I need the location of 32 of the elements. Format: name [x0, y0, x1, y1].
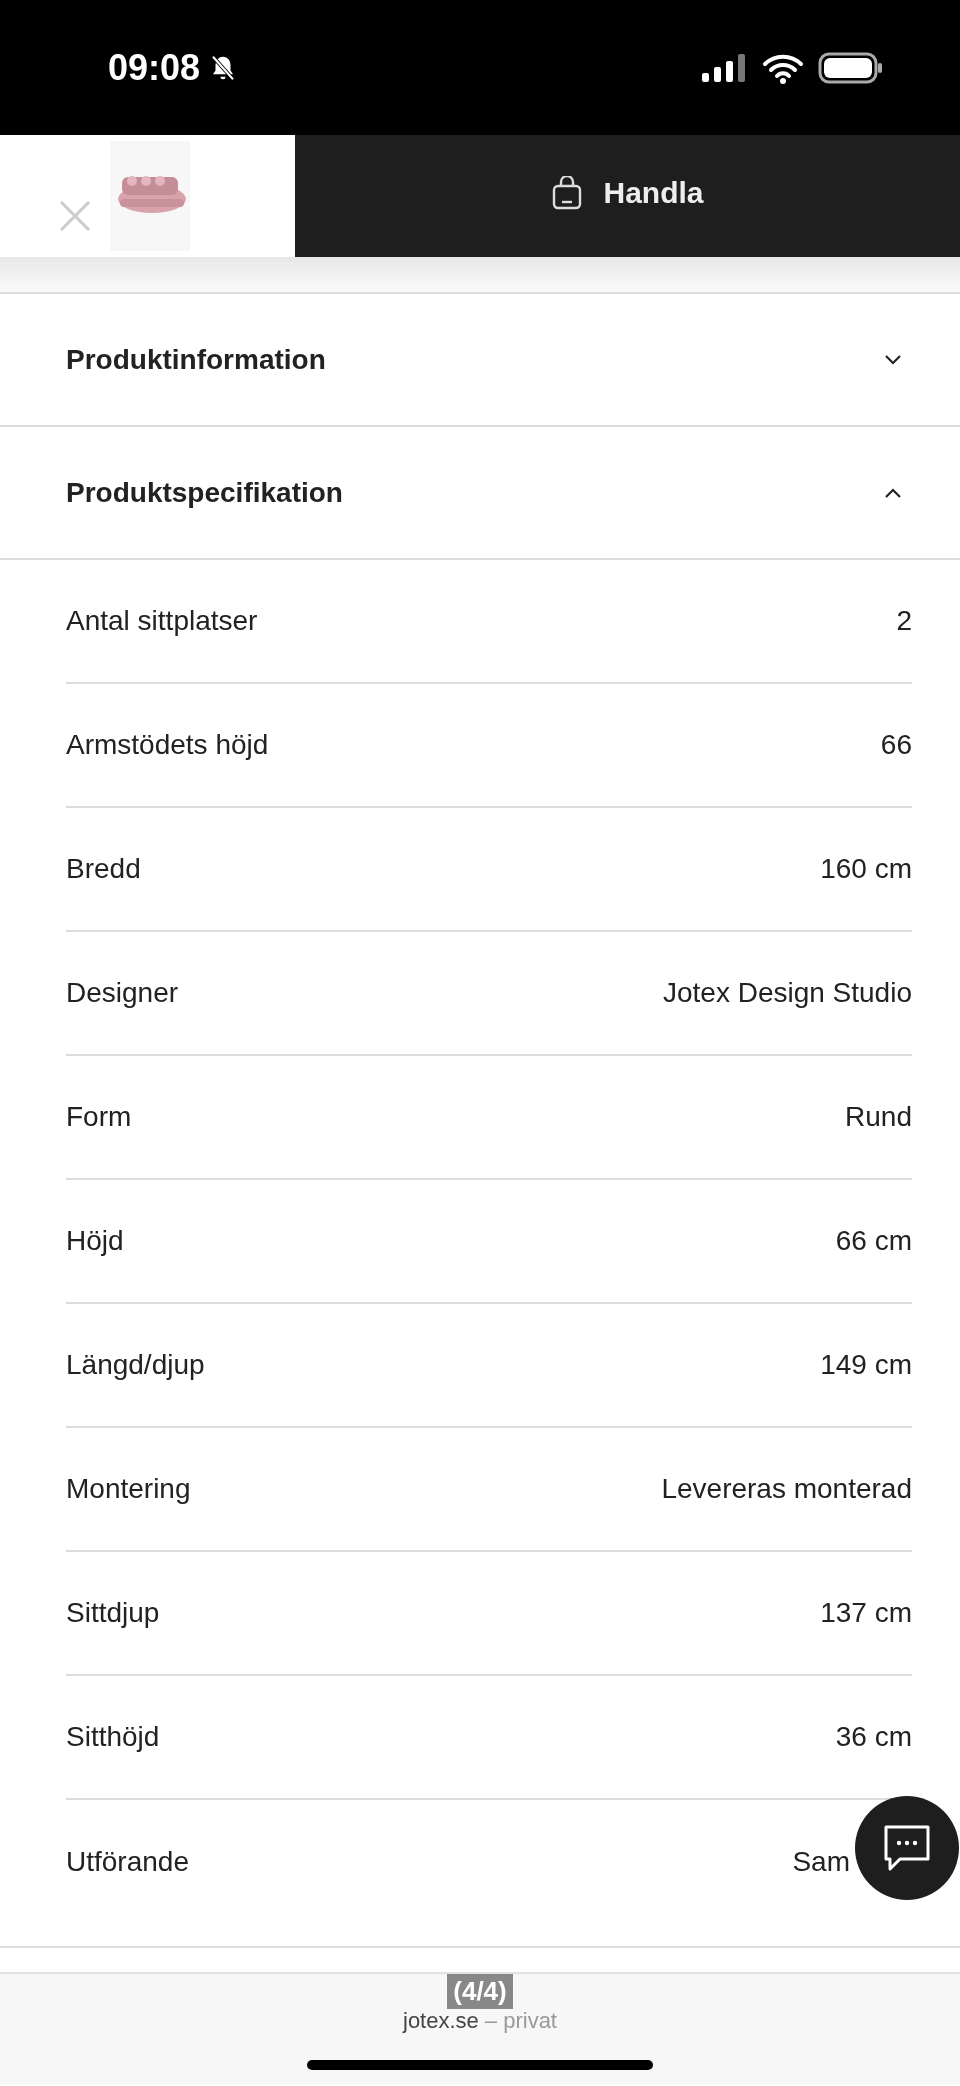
status-time: 09:08 — [108, 46, 201, 89]
spec-label: Montering — [66, 1473, 191, 1505]
shop-button[interactable]: Handla — [295, 135, 960, 257]
bag-icon — [551, 176, 584, 210]
spec-value: 160 cm — [820, 853, 912, 885]
spec-value: 66 cm — [835, 1225, 912, 1257]
browser-domain: jotex.se — [403, 2008, 479, 2033]
spec-value: Sam — [792, 1846, 850, 1878]
battery-icon — [818, 51, 884, 84]
spec-value: Rund — [845, 1101, 912, 1133]
browser-mode: – privat — [484, 2008, 557, 2033]
chevron-icon — [884, 486, 902, 499]
spec-label: Sittdjup — [66, 1597, 160, 1629]
spec-value: 149 cm — [820, 1349, 912, 1381]
signal-icon — [702, 52, 748, 83]
spec-label: Form — [66, 1101, 132, 1133]
spec-value: 137 cm — [820, 1597, 912, 1629]
spec-label: Längd/djup — [66, 1349, 205, 1381]
page-counter: (4/4) — [447, 1974, 513, 2009]
spec-label: Bredd — [66, 853, 141, 885]
spec-label: Designer — [66, 977, 179, 1009]
spec-value: 36 cm — [835, 1721, 912, 1753]
spec-label: Sitthöjd — [66, 1721, 160, 1753]
chevron-icon — [884, 353, 902, 366]
spec-label: Antal sittplatser — [66, 605, 258, 637]
spec-label: Utförande — [66, 1846, 189, 1878]
spec-value: 66 — [880, 729, 912, 761]
spec-label: Armstödets höjd — [66, 729, 269, 761]
spec-value: Levereras monterad — [661, 1473, 912, 1505]
spec-value: Jotex Design Studio — [662, 977, 912, 1009]
spec-value: 2 — [896, 605, 912, 637]
spec-label: Höjd — [66, 1225, 124, 1257]
